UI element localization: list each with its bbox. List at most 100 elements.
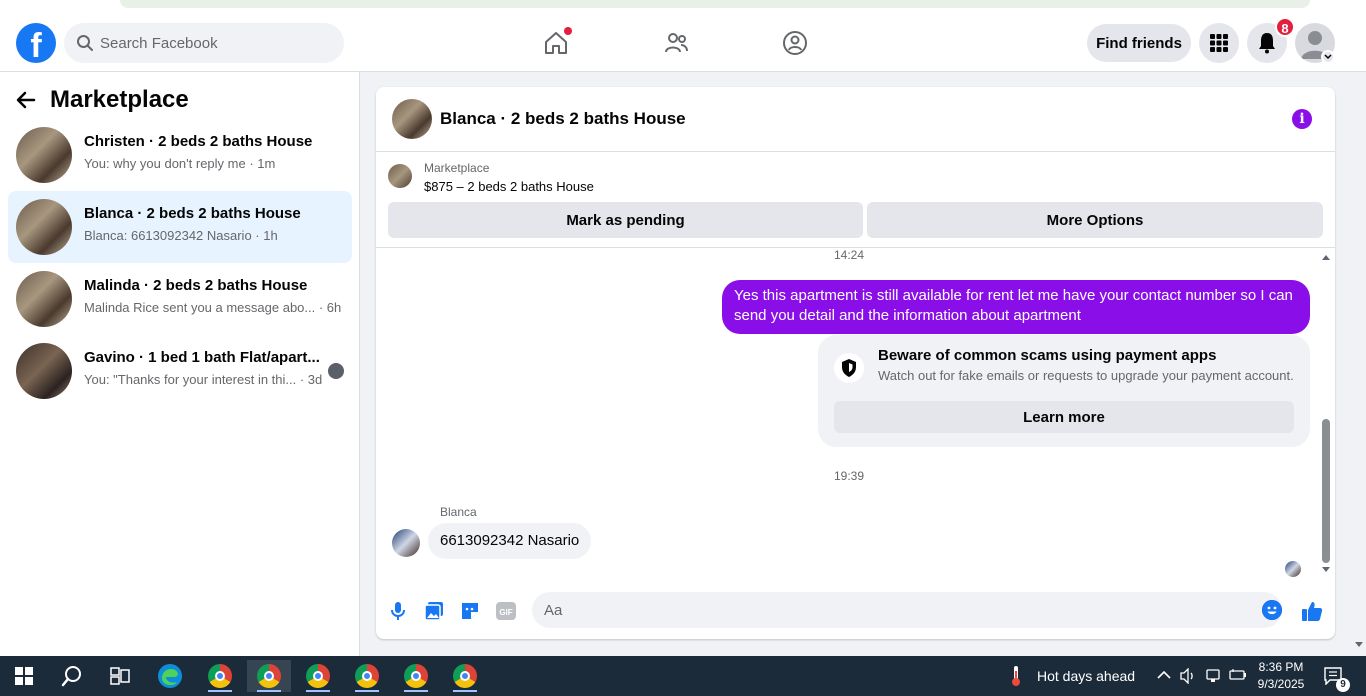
taskbar-chrome-2[interactable] — [247, 660, 291, 692]
sender-name: Blanca — [440, 505, 477, 519]
bell-icon — [1259, 33, 1275, 54]
conversation-name: Gavino · 1 bed 1 bath Flat/apart... — [84, 349, 320, 366]
scam-warning-title: Beware of common scams using payment app… — [878, 347, 1217, 364]
page-scrollbar[interactable] — [1352, 72, 1366, 656]
taskbar-chrome-6[interactable] — [443, 660, 487, 692]
sticker-button[interactable] — [458, 599, 482, 623]
conversation-preview: Malinda Rice sent you a message abo... ·… — [84, 300, 342, 315]
sidebar-title: Marketplace — [50, 86, 189, 113]
page-scroll-down-arrow[interactable] — [1355, 642, 1363, 647]
message-composer: GIF — [376, 587, 1335, 639]
taskbar-chrome-3[interactable] — [296, 660, 340, 692]
groups-nav[interactable] — [777, 26, 813, 60]
chrome-icon — [306, 664, 330, 688]
learn-more-button[interactable]: Learn more — [834, 401, 1294, 433]
like-button[interactable] — [1300, 599, 1324, 623]
find-friends-button[interactable]: Find friends — [1087, 24, 1191, 62]
system-clock[interactable]: 8:36 PM 9/3/2025 — [1252, 659, 1310, 693]
sticker-icon — [462, 603, 478, 619]
listing-mini-thumbnail[interactable] — [388, 164, 412, 188]
facebook-header: f Find friends 8 — [0, 14, 1366, 72]
attach-photo-button[interactable] — [422, 599, 446, 623]
notifications-badge: 8 — [1275, 17, 1295, 37]
conversation-christen[interactable]: Christen · 2 beds 2 baths House You: why… — [8, 119, 352, 191]
groups-icon — [783, 31, 807, 55]
weather-text[interactable]: Hot days ahead — [1037, 668, 1135, 684]
sender-avatar[interactable] — [392, 529, 420, 557]
search-icon — [77, 35, 93, 51]
gif-button[interactable]: GIF — [494, 599, 518, 623]
network-icon[interactable] — [1205, 668, 1221, 684]
home-nav[interactable] — [538, 26, 574, 60]
chat-panel: Blanca · 2 beds 2 baths House i Marketpl… — [376, 87, 1335, 639]
battery-icon[interactable] — [1229, 668, 1247, 682]
more-options-button[interactable]: More Options — [867, 202, 1323, 238]
scroll-up-arrow[interactable] — [1322, 255, 1330, 260]
chrome-icon — [404, 664, 428, 688]
mark-as-pending-button[interactable]: Mark as pending — [388, 202, 863, 238]
marketplace-sidebar: Marketplace Christen · 2 beds 2 baths Ho… — [0, 72, 360, 656]
smiley-icon — [1262, 600, 1282, 620]
account-menu-chevron[interactable] — [1321, 50, 1335, 64]
conversation-preview: Blanca: 6613092342 Nasario · 1h — [84, 228, 278, 243]
back-arrow-icon[interactable] — [16, 90, 36, 110]
menu-button[interactable] — [1199, 23, 1239, 63]
search-input[interactable] — [100, 23, 336, 63]
conversation-malinda[interactable]: Malinda · 2 beds 2 baths House Malinda R… — [8, 263, 352, 335]
listing-thumbnail — [16, 343, 72, 399]
conversation-preview: You: "Thanks for your interest in thi...… — [84, 372, 323, 387]
emoji-button[interactable] — [1262, 600, 1282, 620]
weather-widget[interactable] — [996, 660, 1036, 692]
listing-category: Marketplace — [424, 161, 490, 175]
chat-header: Blanca · 2 beds 2 baths House i — [376, 87, 1335, 152]
incoming-message[interactable]: 6613092342 Nasario — [428, 523, 592, 559]
task-view-icon — [110, 667, 130, 685]
chat-listing-thumbnail[interactable] — [392, 99, 432, 139]
notifications-button[interactable]: 8 — [1247, 17, 1295, 63]
taskbar-edge[interactable] — [148, 660, 192, 692]
photo-icon — [424, 602, 443, 621]
seen-avatar — [328, 363, 344, 379]
chevron-down-icon — [1324, 54, 1332, 60]
listing-price[interactable]: $875 – 2 beds 2 baths House — [424, 179, 594, 194]
taskbar-chrome-4[interactable] — [345, 660, 389, 692]
conversation-blanca[interactable]: Blanca · 2 beds 2 baths House Blanca: 66… — [8, 191, 352, 263]
browser-top-edge — [0, 0, 1366, 14]
chrome-icon — [453, 664, 477, 688]
search-box[interactable] — [64, 23, 344, 63]
conversation-name: Malinda · 2 beds 2 baths House — [84, 277, 308, 294]
taskbar-search-button[interactable] — [50, 660, 94, 692]
friends-icon — [665, 33, 688, 53]
volume-icon[interactable] — [1180, 668, 1196, 684]
home-notification-dot — [564, 27, 572, 35]
conversation-preview: You: why you don't reply me · 1m — [84, 156, 276, 171]
scam-warning-text: Watch out for fake emails or requests to… — [878, 368, 1294, 383]
microphone-icon — [391, 602, 405, 620]
apps-grid-icon — [1210, 34, 1228, 52]
task-view-button[interactable] — [98, 660, 142, 692]
facebook-logo[interactable]: f — [16, 23, 56, 63]
start-button[interactable] — [2, 660, 46, 692]
message-timestamp: 14:24 — [834, 248, 865, 262]
taskbar-chrome-5[interactable] — [394, 660, 438, 692]
chat-title[interactable]: Blanca · 2 beds 2 baths House — [440, 109, 686, 129]
info-icon[interactable]: i — [1292, 109, 1312, 129]
outgoing-message[interactable]: Yes this apartment is still available fo… — [722, 280, 1310, 334]
friends-nav[interactable] — [658, 26, 694, 60]
clock-date: 9/3/2025 — [1257, 677, 1305, 691]
message-timestamp: 19:39 — [834, 469, 865, 483]
listing-summary: Marketplace $875 – 2 beds 2 baths House … — [376, 152, 1335, 248]
messages-scrollbar[interactable] — [1320, 251, 1332, 579]
show-hidden-icons-chevron-icon[interactable] — [1157, 670, 1171, 680]
message-input[interactable] — [532, 592, 1282, 628]
scroll-down-arrow[interactable] — [1322, 567, 1330, 572]
chrome-icon — [355, 664, 379, 688]
scrollbar-thumb[interactable] — [1322, 419, 1330, 563]
conversation-gavino[interactable]: Gavino · 1 bed 1 bath Flat/apart... You:… — [8, 335, 352, 407]
taskbar-chrome-1[interactable] — [198, 660, 242, 692]
voice-clip-button[interactable] — [386, 599, 410, 623]
thermometer-icon — [1012, 666, 1020, 686]
windows-taskbar: Hot days ahead 8:36 PM 9/3/2025 9 — [0, 656, 1366, 696]
clock-time: 8:36 PM — [1258, 660, 1304, 674]
listing-thumbnail — [16, 127, 72, 183]
